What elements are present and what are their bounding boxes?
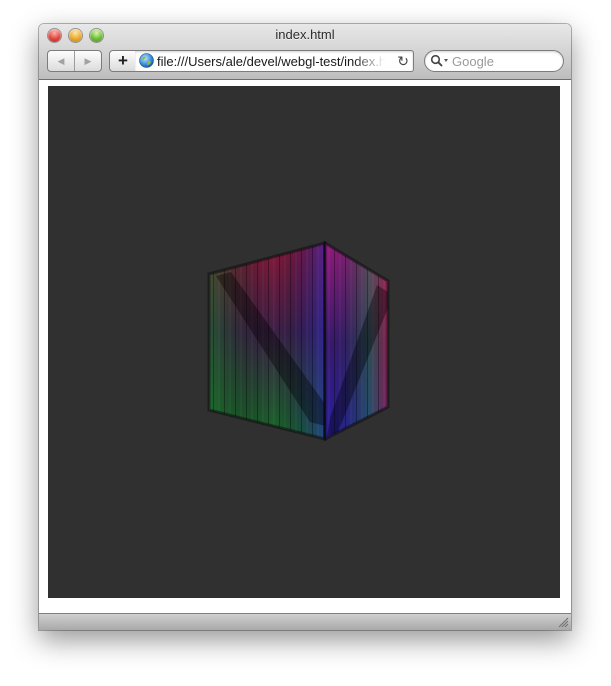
title-bar[interactable]: index.html ◀ ▶ + file:///Users/ale/devel… <box>39 24 571 80</box>
resize-grip-icon[interactable] <box>558 617 569 628</box>
search-input[interactable] <box>452 53 556 69</box>
webgl-canvas[interactable] <box>48 86 560 598</box>
address-bar[interactable]: file:///Users/ale/devel/webgl-test/index… <box>135 50 414 72</box>
back-icon[interactable]: ◀ <box>48 51 74 71</box>
status-bar <box>39 613 571 630</box>
page-content <box>39 80 571 614</box>
add-bookmark-icon[interactable]: + <box>109 50 137 72</box>
textured-cube <box>207 240 390 442</box>
forward-icon[interactable]: ▶ <box>74 51 101 71</box>
navigation-buttons: ◀ ▶ <box>47 50 102 72</box>
search-field[interactable] <box>424 50 564 72</box>
url-text[interactable]: file:///Users/ale/devel/webgl-test/index… <box>157 54 385 69</box>
window-title: index.html <box>275 27 335 42</box>
browser-window: index.html ◀ ▶ + file:///Users/ale/devel… <box>39 24 571 630</box>
reload-icon[interactable]: ↻ <box>397 53 409 69</box>
search-icon[interactable] <box>430 54 450 68</box>
globe-icon <box>139 53 154 68</box>
